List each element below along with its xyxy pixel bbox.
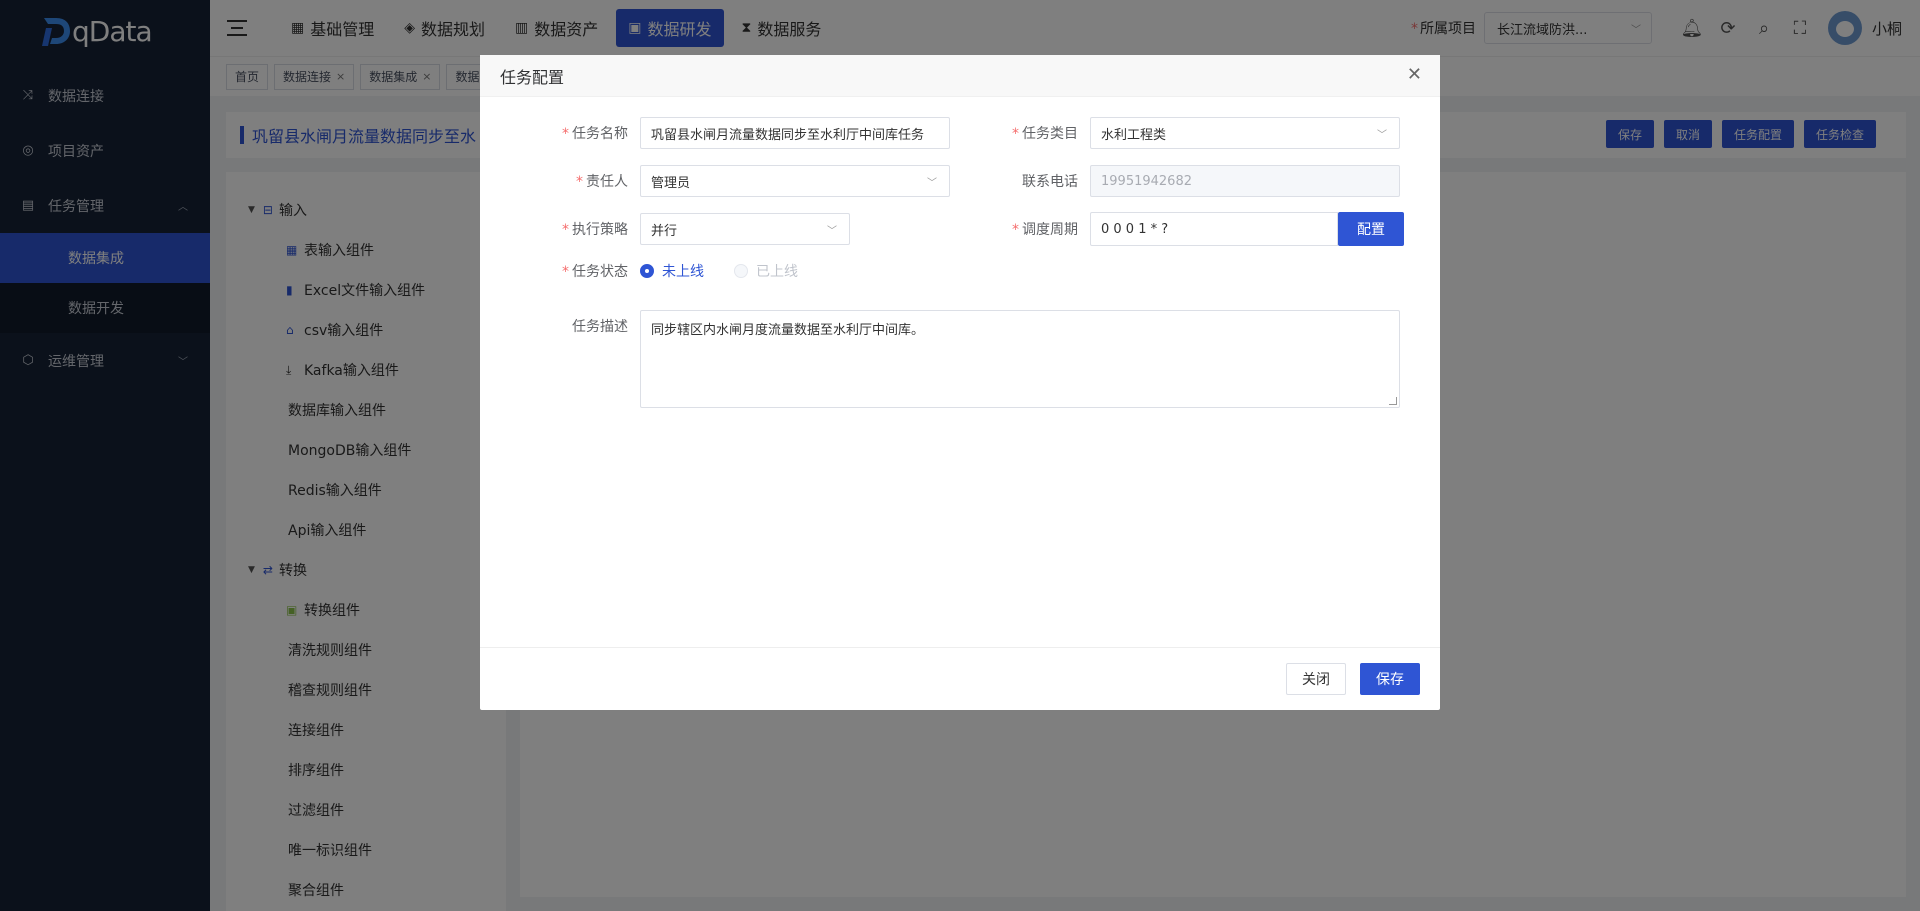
task-config-dialog: 任务配置 ✕ * 任务名称 巩留县水闸月流量数据同步至水利厅中间库任务 * 任务类目… <box>480 55 1440 710</box>
task-category-value: 水利工程类 <box>1101 127 1167 143</box>
form-row: 任务描述 同步辖区内水闸月度流量数据至水利厅中间库。 <box>480 310 1400 408</box>
schedule-value: 0 0 0 1 * ? <box>1101 221 1169 237</box>
chevron-down-icon: ﹀ <box>1377 129 1387 141</box>
form-row: * 执行策略 并行 ﹀ <box>480 213 850 245</box>
task-name-input[interactable]: 巩留县水闸月流量数据同步至水利厅中间库任务 <box>640 117 950 149</box>
phone-value: 19951942682 <box>1101 173 1192 189</box>
dialog-header: 任务配置 ✕ <box>480 55 1440 97</box>
form-row: * 任务名称 巩留县水闸月流量数据同步至水利厅中间库任务 <box>480 117 950 149</box>
schedule-label: * 调度周期 <box>1012 222 1078 238</box>
form-row: * 责任人 管理员 ﹀ <box>480 165 950 197</box>
radio-dot <box>640 264 654 278</box>
dialog-footer: 关闭 保存 <box>480 647 1440 710</box>
chevron-down-icon: ﹀ <box>927 177 937 189</box>
strategy-label: * 执行策略 <box>562 222 628 238</box>
form-row: 联系电话 19951942682 <box>1008 165 1400 197</box>
schedule-input[interactable]: 0 0 0 1 * ? <box>1090 212 1338 246</box>
schedule-config-button[interactable]: 配置 <box>1338 212 1404 246</box>
task-config-form: * 任务名称 巩留县水闸月流量数据同步至水利厅中间库任务 * 任务类目 水利工程类 … <box>480 97 1440 657</box>
description-textarea[interactable]: 同步辖区内水闸月度流量数据至水利厅中间库。 <box>640 310 1400 408</box>
radio-dot <box>734 264 748 278</box>
form-row: * 任务类目 水利工程类 ﹀ <box>1008 117 1400 149</box>
owner-value: 管理员 <box>651 175 691 191</box>
phone-label: 联系电话 <box>1022 174 1078 190</box>
save-button[interactable]: 保存 <box>1360 663 1420 695</box>
strategy-value: 并行 <box>651 223 678 239</box>
radio-label: 未上线 <box>662 264 704 280</box>
status-radio-online: 已上线 <box>734 261 798 281</box>
close-icon[interactable]: ✕ <box>1407 65 1422 85</box>
task-name-value: 巩留县水闸月流量数据同步至水利厅中间库任务 <box>651 127 925 143</box>
form-row: * 调度周期 0 0 0 1 * ? 配置 <box>1008 212 1404 246</box>
form-row: * 任务状态 未上线 已上线 <box>480 261 828 281</box>
description-label: 任务描述 <box>572 319 628 335</box>
chevron-down-icon: ﹀ <box>827 225 837 237</box>
phone-input: 19951942682 <box>1090 165 1400 197</box>
status-label: * 任务状态 <box>562 264 628 280</box>
description-value: 同步辖区内水闸月度流量数据至水利厅中间库。 <box>651 323 925 338</box>
strategy-select[interactable]: 并行 ﹀ <box>640 213 850 245</box>
task-category-label: * 任务类目 <box>1012 126 1078 142</box>
task-category-select[interactable]: 水利工程类 ﹀ <box>1090 117 1400 149</box>
task-name-label: * 任务名称 <box>562 126 628 142</box>
dialog-title: 任务配置 <box>500 67 565 87</box>
status-radio-offline[interactable]: 未上线 <box>640 261 704 281</box>
resize-handle-icon[interactable] <box>1389 397 1397 405</box>
close-button[interactable]: 关闭 <box>1286 663 1346 695</box>
owner-select[interactable]: 管理员 ﹀ <box>640 165 950 197</box>
radio-label: 已上线 <box>756 264 798 280</box>
owner-label: * 责任人 <box>576 174 628 190</box>
